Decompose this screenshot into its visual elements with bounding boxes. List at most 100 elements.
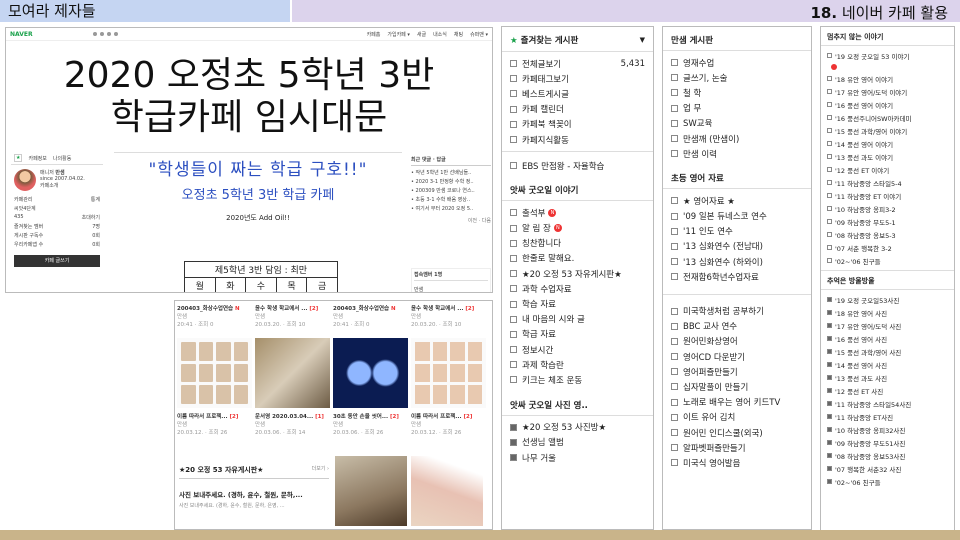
tab-my-activity[interactable]: 나의활동 <box>53 155 71 162</box>
board-item[interactable]: 학습 자료 <box>510 296 645 311</box>
board-item[interactable]: 십자말풀이 만들기 <box>671 379 803 394</box>
board-item[interactable]: '17 유안 영어/도덕 사진 <box>827 319 948 332</box>
board-item[interactable]: 학급 자료 <box>510 327 645 342</box>
tab-cafe-info[interactable]: 카페정보 <box>28 155 46 162</box>
board-item[interactable]: '08 하남중앙 옹보53사진 <box>827 449 948 462</box>
board-item[interactable]: 알파벳퍼즐만들기 <box>671 440 803 455</box>
board-item[interactable]: 만샘깨 (만샘이) <box>671 131 803 146</box>
board-item[interactable]: 과학 수업자료 <box>510 281 645 296</box>
board-item[interactable]: '11 하남중앙 스타일54사진 <box>827 397 948 410</box>
menu-news[interactable]: 내소식 <box>433 31 447 38</box>
list-item[interactable]: • 여기서 부터 2020 오정 5.. <box>411 205 491 214</box>
board-item[interactable]: '18 유안 영어 이야기 <box>827 72 948 85</box>
feed-card[interactable]: 200403_화상수업연습 N 만샘 20:41 · 조회 0 이름 따라서 프… <box>177 304 252 436</box>
board-item[interactable]: BBC 교사 연수 <box>671 319 803 334</box>
board-item[interactable]: 과제 학습란 <box>510 357 645 372</box>
board-item[interactable]: '15 풍선 과학/영어 사진 <box>827 345 948 358</box>
board-item[interactable]: '07 서춘 행복한 3-2 <box>827 241 948 254</box>
menu-user[interactable]: 슈퍼맨 ▾ <box>470 31 488 38</box>
manager-avatar[interactable] <box>14 169 36 191</box>
thumbnail[interactable] <box>177 338 252 408</box>
board-item[interactable]: 전재함6학년수업자료 <box>671 269 803 284</box>
board-item[interactable]: 키크는 체조 운동 <box>510 372 645 387</box>
board-item[interactable]: '11 하남중앙 ET사진 <box>827 410 948 423</box>
board-item[interactable]: '12 풍선 ET 이야기 <box>827 163 948 176</box>
board-item[interactable]: '15 풍선 과학/영어 이야기 <box>827 124 948 137</box>
board-item[interactable]: 이트 유어 김치 <box>671 410 803 425</box>
board-item[interactable]: '09 하남중앙 무도51사진 <box>827 436 948 449</box>
board-item[interactable]: 한줄로 말해요. <box>510 251 645 266</box>
board-item[interactable]: 칭찬합니다 <box>510 236 645 251</box>
board-item[interactable]: 카페북 책꽂이 <box>510 117 645 132</box>
menu-cafe-home[interactable]: 카페홈 <box>367 31 381 38</box>
board-item[interactable]: '12 풍선 ET 사진 <box>827 384 948 397</box>
board-item[interactable]: 카페 캘린더 <box>510 102 645 117</box>
board-item[interactable]: 카페지식활동 <box>510 132 645 147</box>
board-item[interactable]: 정보시간 <box>510 342 645 357</box>
pager[interactable]: 이전 · 다음 <box>411 217 491 224</box>
board-item[interactable]: 베스트게시글 <box>510 86 645 101</box>
list-item[interactable]: • 초등 3-1 수학 배움 영상.. <box>411 196 491 205</box>
board-item[interactable]: '13 풍선 과도 사진 <box>827 371 948 384</box>
post-preview[interactable]: 사진 보내주세요. (경하, 윤수, 철원, 문하,... 사진 보내주세요. … <box>179 489 329 529</box>
player-controls[interactable] <box>92 32 118 36</box>
board-item[interactable]: 노래로 배우는 영어 키드TV <box>671 395 803 410</box>
menu-new[interactable]: 새글 <box>417 31 426 38</box>
board-item[interactable]: 내 마음의 시와 글 <box>510 312 645 327</box>
more-link[interactable]: 더보기 › <box>312 465 329 475</box>
fav-boards-header[interactable]: ★ 즐겨찾는 게시판 ▼ <box>502 27 653 52</box>
board-item[interactable]: 선생님 앨범 <box>510 435 645 450</box>
board-item[interactable]: 알 림 장N <box>510 221 645 236</box>
board-item[interactable]: SW교육 <box>671 116 803 131</box>
board-item[interactable]: 업 무 <box>671 101 803 116</box>
board-item[interactable]: '14 풍선 영어 이야기 <box>827 137 948 150</box>
board-item[interactable]: '13 심화연수 (전남대) <box>671 239 803 254</box>
photo-thumbnail[interactable] <box>411 456 483 526</box>
board-item[interactable]: '11 하남중앙 ET 이야기 <box>827 189 948 202</box>
board-item[interactable]: 영어퍼즐만들기 <box>671 364 803 379</box>
board-item[interactable]: '07 행복한 서춘32 사진 <box>827 462 948 475</box>
invite-link[interactable]: 초대하기 <box>82 214 100 221</box>
board-item[interactable]: ★20 오정 53 자유게시판★ <box>510 266 645 281</box>
naver-logo[interactable]: NAVER <box>10 31 33 38</box>
board-item[interactable]: '17 유안 영어/도덕 이야기 <box>827 85 948 98</box>
board-item[interactable]: 영어CD 다운받기 <box>671 349 803 364</box>
board-item[interactable]: '02~'06 친구들 <box>827 475 948 488</box>
board-item[interactable]: 전체글보기 5,431 <box>510 56 645 71</box>
menu-chat[interactable]: 채팅 <box>454 31 463 38</box>
board-item[interactable]: '13 심화연수 (하와이) <box>671 254 803 269</box>
menu-joined[interactable]: 가입카페 ▾ <box>387 31 410 38</box>
board-item[interactable]: 나무 거울 <box>510 450 645 465</box>
board-item[interactable]: '13 풍선 과도 이야기 <box>827 150 948 163</box>
board-item[interactable]: 출석부 N <box>510 205 645 220</box>
board-item[interactable]: 영재수업 <box>671 55 803 70</box>
board-item[interactable]: '11 인도 연수 <box>671 224 803 239</box>
board-item[interactable]: 글쓰기, 논술 <box>671 70 803 85</box>
board-item[interactable]: 철 학 <box>671 85 803 100</box>
board-item[interactable]: '14 풍선 영어 사진 <box>827 358 948 371</box>
feed-card[interactable]: 윤수 학생 학교에서 ... [2] 만샘 20.03.20. · 조회 10 … <box>255 304 330 436</box>
cafe-manage-link[interactable]: 카페관리 <box>14 196 32 203</box>
board-item[interactable]: '10 하남중앙 옹피3-2 <box>827 202 948 215</box>
thumbnail[interactable] <box>255 338 330 408</box>
board-item[interactable]: '02~'06 친구들 <box>827 254 948 267</box>
list-item[interactable]: • 작년 5학년 1반 선배님들.. <box>411 169 491 178</box>
board-item[interactable]: 원어민화상영어 <box>671 334 803 349</box>
list-item[interactable]: • 200309 만샘 코로나 연스.. <box>411 187 491 196</box>
board-item[interactable]: '09 하남중앙 무도5-1 <box>827 215 948 228</box>
board-item[interactable]: 카페태그보기 <box>510 71 645 86</box>
list-item[interactable]: • 2020 3-1 만정항 수학 정.. <box>411 178 491 187</box>
feed-card[interactable]: 윤수 학생 학교에서 ... [2] 만샘 20.03.20. · 조회 10 … <box>411 304 486 436</box>
feed-card[interactable]: 200403_화상수업연습 N 만샘 20:41 · 조회 0 30초 동안 손… <box>333 304 408 436</box>
cafe-write-button[interactable]: 카페 글쓰기 <box>14 255 100 267</box>
board-item[interactable]: '16 풍선주니어SW아카데미 <box>827 111 948 124</box>
board-item[interactable]: '09 일본 듀네스코 연수 <box>671 209 803 224</box>
photo-thumbnail[interactable] <box>335 456 407 526</box>
stat-link[interactable]: 통계 <box>91 196 100 203</box>
board-item[interactable]: '10 하남중앙 옹피32사진 <box>827 423 948 436</box>
board-item[interactable]: '18 유안 영어 사진 <box>827 306 948 319</box>
board-item[interactable]: '19 오정 굿오일53사진 <box>827 293 948 306</box>
thumbnail[interactable] <box>333 338 408 408</box>
board-item[interactable]: '19 오정 굿오일 53 이야기 <box>827 49 948 62</box>
board-item[interactable]: ★ 영어자료 ★ <box>671 193 803 208</box>
